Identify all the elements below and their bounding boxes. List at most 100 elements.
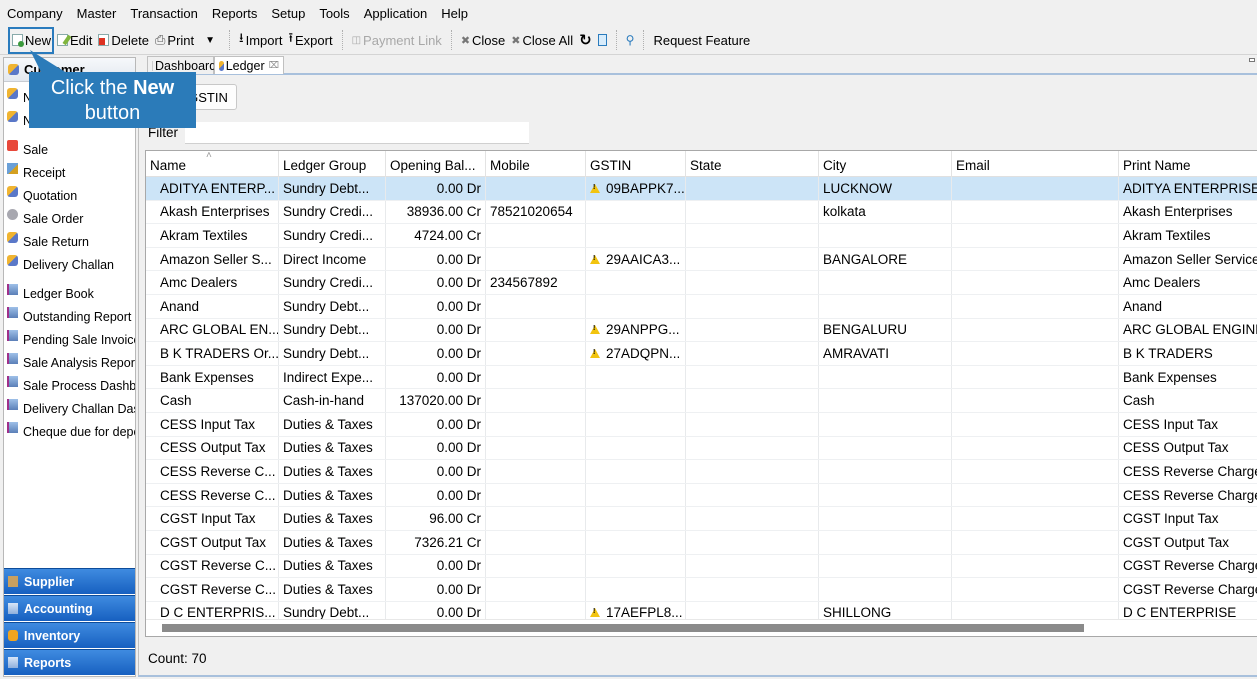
sidebar-item-receipt[interactable]: Receipt — [4, 157, 135, 180]
accordion-accounting[interactable]: Accounting — [4, 595, 135, 621]
tab-close-icon[interactable]: ⌧ — [269, 60, 279, 71]
cell-email — [952, 247, 1119, 271]
cell-mobile — [486, 460, 586, 483]
filter-input[interactable] — [185, 122, 529, 144]
table-row[interactable]: CGST Reverse C... Duties & Taxes 0.00 Dr CG… — [146, 554, 1257, 579]
table-row[interactable]: CGST Reverse C... Duties & Taxes 0.00 Dr CG… — [146, 578, 1257, 602]
column-header-opening[interactable]: Opening Bal... — [386, 151, 486, 177]
toolbar-separator — [615, 30, 617, 50]
column-header-print-name[interactable]: Print Name — [1119, 151, 1257, 177]
table-row[interactable]: CGST Input Tax Duties & Taxes 96.00 Cr CGST… — [146, 507, 1257, 531]
calculator-button[interactable] — [595, 29, 610, 51]
sidebar-item-quotation[interactable]: Quotation — [4, 180, 135, 203]
table-row[interactable]: CESS Reverse C... Duties & Taxes 0.00 Dr CE… — [146, 483, 1257, 508]
menu-transaction[interactable]: Transaction — [130, 6, 197, 21]
cell-email — [952, 365, 1119, 389]
print-dropdown-button[interactable]: ▼ — [197, 29, 223, 51]
sidebar-item-sale-analysis-report[interactable]: Sale Analysis Report — [4, 347, 135, 370]
menu-master[interactable]: Master — [77, 6, 117, 21]
minimize-button[interactable] — [1249, 58, 1255, 62]
column-header-label: Print Name — [1123, 158, 1191, 173]
close-all-button[interactable]: ✖ Close All — [508, 29, 576, 51]
sidebar-item-sale-return[interactable]: Sale Return — [4, 226, 135, 249]
edit-button[interactable]: Edit — [54, 29, 95, 51]
print-button[interactable]: ⎙ Print — [152, 29, 197, 51]
column-header-state[interactable]: State — [686, 151, 819, 177]
cell-name: ADITYA ENTERP... — [146, 177, 279, 200]
import-button[interactable]: ⭳ Import — [236, 29, 285, 51]
table-row[interactable]: CGST Output Tax Duties & Taxes 7326.21 Cr C… — [146, 530, 1257, 555]
delete-button[interactable]: Delete — [95, 29, 152, 51]
close-all-label: Close All — [522, 32, 574, 48]
accordion-supplier[interactable]: Supplier — [4, 568, 135, 594]
table-row[interactable]: Bank Expenses Indirect Expe... 0.00 Dr Bank… — [146, 365, 1257, 390]
cell-text: Anand — [1123, 298, 1163, 314]
cell-gstin: 09BAPPK7... — [586, 177, 686, 200]
column-header-group[interactable]: Ledger Group — [279, 151, 386, 177]
sidebar-item-sale-order[interactable]: Sale Order — [4, 203, 135, 226]
sidebar-item-cheque-due-for-deposit[interactable]: Cheque due for deposit — [4, 416, 135, 439]
menu-reports[interactable]: Reports — [212, 6, 258, 21]
cell-gstin — [586, 554, 686, 578]
table-row[interactable]: Anand Sundry Debt... 0.00 Dr Anand — [146, 294, 1257, 319]
column-header-name[interactable]: Name ˄ — [146, 151, 279, 177]
cell-text: Direct Income — [283, 251, 367, 267]
menu-company[interactable]: Company — [7, 6, 63, 21]
table-row[interactable]: Akash Enterprises Sundry Credi... 38936.00… — [146, 200, 1257, 225]
cell-mobile — [486, 483, 586, 507]
cell-state — [686, 247, 819, 271]
cell-text: Akram Textiles — [160, 227, 248, 243]
menu-help[interactable]: Help — [441, 6, 468, 21]
cell-print-name: ADITYA ENTERPRISES — [1119, 177, 1257, 200]
sidebar-item-delivery-challan-dashboard[interactable]: Delivery Challan Dashboard — [4, 393, 135, 416]
accordion-inventory[interactable]: Inventory — [4, 622, 135, 648]
table-row[interactable]: Cash Cash-in-hand 137020.00 Dr Cash — [146, 389, 1257, 413]
callout-text-bold: New — [133, 77, 175, 99]
table-row[interactable]: Amazon Seller S... Direct Income 0.00 Dr 29… — [146, 247, 1257, 272]
accordion-reports[interactable]: Reports — [4, 649, 135, 675]
sidebar-item-pending-sale-invoices[interactable]: Pending Sale Invoices — [4, 324, 135, 347]
menu-application[interactable]: Application — [364, 6, 428, 21]
sidebar-item-sale-process-dashboard[interactable]: Sale Process Dashboard — [4, 370, 135, 393]
report-icon — [8, 657, 18, 668]
table-header: Name ˄ Ledger Group Opening Bal... Mobile GST… — [146, 151, 1257, 177]
search-icon: ⚲ — [625, 33, 635, 47]
request-feature-button[interactable]: Request Feature — [650, 29, 753, 51]
cell-text: 0.00 Dr — [436, 275, 481, 291]
menu-tools[interactable]: Tools — [319, 6, 349, 21]
table-row[interactable]: Akram Textiles Sundry Credi... 4724.00 Cr A… — [146, 224, 1257, 248]
sidebar-item-sale[interactable]: Sale — [4, 134, 135, 157]
sidebar-item-delivery-challan[interactable]: Delivery Challan — [4, 249, 135, 272]
scrollbar-thumb[interactable] — [162, 624, 1084, 632]
cell-text: Duties & Taxes — [283, 416, 373, 432]
table-row[interactable]: B K TRADERS Or...Sundry Debt... 0.00 Dr 27… — [146, 342, 1257, 366]
horizontal-scrollbar[interactable] — [146, 619, 1257, 636]
table-row[interactable]: ARC GLOBAL EN...Sundry Debt... 0.00 Dr 29A… — [146, 318, 1257, 343]
tab-ledger[interactable]: Ledger ⌧ — [214, 56, 284, 74]
column-header-email[interactable]: Email — [952, 151, 1119, 177]
search-button[interactable]: ⚲ — [623, 29, 638, 51]
cell-state — [686, 271, 819, 294]
column-header-city[interactable]: City — [819, 151, 952, 177]
refresh-button[interactable]: ↻ — [576, 29, 595, 51]
column-header-gstin[interactable]: GSTIN — [586, 151, 686, 177]
column-header-mobile[interactable]: Mobile — [486, 151, 586, 177]
cell-print-name: Akram Textiles — [1119, 224, 1257, 247]
menu-setup[interactable]: Setup — [271, 6, 305, 21]
sidebar-item-ledger-book[interactable]: Ledger Book — [4, 278, 135, 301]
close-button[interactable]: ✖ Close — [458, 29, 508, 51]
cell-opening: 0.00 Dr — [386, 177, 486, 200]
export-button[interactable]: ⭱ Export — [285, 29, 335, 51]
cell-opening: 96.00 Cr — [386, 507, 486, 530]
cell-print-name: CGST Output Tax — [1119, 531, 1257, 554]
payment-link-button[interactable]: ◫ Payment Link — [349, 29, 445, 51]
table-row[interactable]: CESS Input Tax Duties & Taxes 0.00 Dr CESS … — [146, 412, 1257, 437]
table-row[interactable]: ADITYA ENTERP... Sundry Debt... 0.00 Dr 09B… — [146, 177, 1257, 201]
new-button[interactable]: New — [9, 29, 54, 51]
table-row[interactable]: CESS Output Tax Duties & Taxes 0.00 Dr CESS… — [146, 436, 1257, 461]
sidebar-item-outstanding-report[interactable]: Outstanding Report — [4, 301, 135, 324]
cell-text: ARC GLOBAL ENGINEERING — [1123, 322, 1257, 338]
cell-gstin — [586, 224, 686, 247]
table-row[interactable]: Amc Dealers Sundry Credi... 0.00 Dr 2345678… — [146, 271, 1257, 295]
table-row[interactable]: CESS Reverse C... Duties & Taxes 0.00 Dr CE… — [146, 460, 1257, 484]
